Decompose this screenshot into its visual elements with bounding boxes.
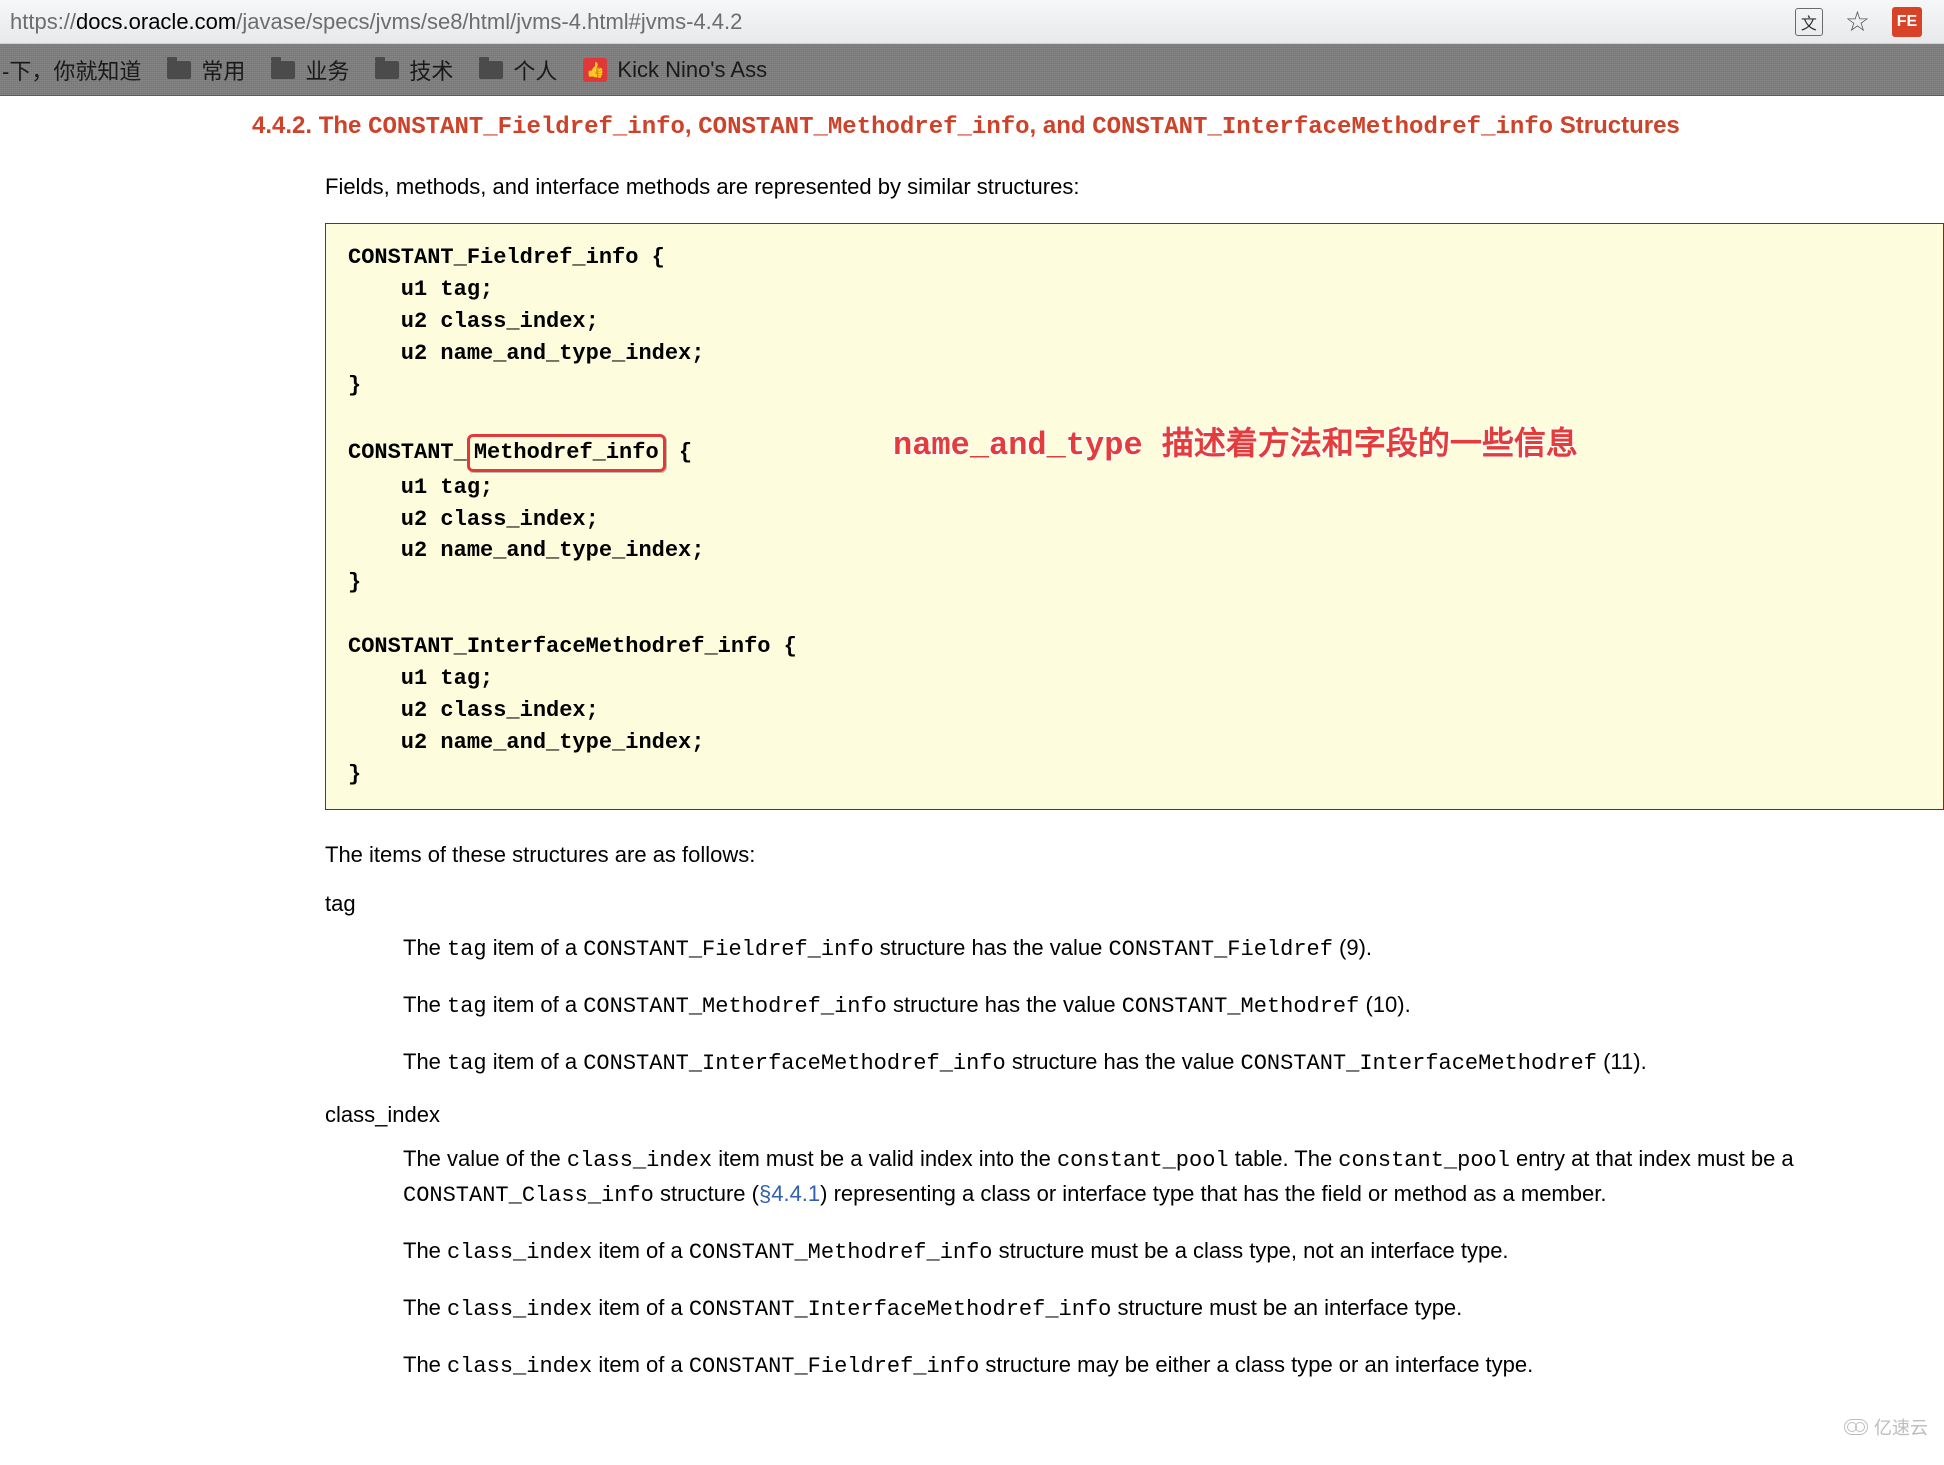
definition: The class_index item of a CONSTANT_Metho… bbox=[403, 1234, 1944, 1269]
bookmark-label: 业务 bbox=[305, 54, 349, 86]
url-field[interactable]: https://docs.oracle.com/javase/specs/jvm… bbox=[10, 9, 1795, 35]
folder-icon bbox=[375, 61, 399, 79]
definition: The tag item of a CONSTANT_Methodref_inf… bbox=[403, 988, 1944, 1023]
intro-paragraph: Fields, methods, and interface methods a… bbox=[325, 170, 1944, 203]
bookmark-folder[interactable]: 个人 bbox=[479, 54, 557, 86]
definition: The tag item of a CONSTANT_Fieldref_info… bbox=[403, 931, 1944, 966]
definition-list: tag The tag item of a CONSTANT_Fieldref_… bbox=[325, 891, 1944, 1383]
term-class-index: class_index bbox=[325, 1102, 1944, 1128]
bookmark-label: 个人 bbox=[513, 54, 557, 86]
bookmark-label: 常用 bbox=[201, 54, 245, 86]
definition: The tag item of a CONSTANT_InterfaceMeth… bbox=[403, 1045, 1944, 1080]
code-listing: CONSTANT_Fieldref_info { u1 tag; u2 clas… bbox=[325, 223, 1944, 809]
url-protocol: https:// bbox=[10, 9, 76, 34]
page-content: 4.4.2. The CONSTANT_Fieldref_info, CONST… bbox=[0, 96, 1944, 1465]
highlight-ring: Methodref_info bbox=[467, 434, 666, 472]
address-bar: https://docs.oracle.com/javase/specs/jvm… bbox=[0, 0, 1944, 44]
definition: The value of the class_index item must b… bbox=[403, 1142, 1944, 1212]
section-body: Fields, methods, and interface methods a… bbox=[325, 170, 1944, 1382]
bookmark-label: Kick Nino's Ass bbox=[617, 57, 767, 83]
folder-icon bbox=[271, 61, 295, 79]
bookmark-item[interactable]: 👍 Kick Nino's Ass bbox=[583, 57, 767, 83]
bookmark-item[interactable]: -下，你就知道 bbox=[2, 54, 141, 86]
folder-icon bbox=[479, 61, 503, 79]
bookmark-folder[interactable]: 技术 bbox=[375, 54, 453, 86]
browser-action-icons: 文 ☆ FE bbox=[1795, 5, 1934, 38]
bookmark-folder[interactable]: 业务 bbox=[271, 54, 349, 86]
folder-icon bbox=[167, 61, 191, 79]
bookmark-label: -下，你就知道 bbox=[2, 54, 141, 86]
thumbs-up-icon: 👍 bbox=[583, 58, 607, 82]
section-link[interactable]: §4.4.1 bbox=[759, 1181, 820, 1206]
translate-icon[interactable]: 文 bbox=[1795, 8, 1823, 36]
definition: The class_index item of a CONSTANT_Field… bbox=[403, 1348, 1944, 1383]
bookmark-label: 技术 bbox=[409, 54, 453, 86]
url-host: docs.oracle.com bbox=[76, 9, 236, 34]
items-intro-paragraph: The items of these structures are as fol… bbox=[325, 838, 1944, 871]
term-tag: tag bbox=[325, 891, 1944, 917]
section-heading: 4.4.2. The CONSTANT_Fieldref_info, CONST… bbox=[252, 110, 1944, 144]
star-icon[interactable]: ☆ bbox=[1845, 5, 1870, 38]
bookmark-folder[interactable]: 常用 bbox=[167, 54, 245, 86]
bookmarks-bar: -下，你就知道 常用 业务 技术 个人 👍 Kick Nino's Ass bbox=[0, 44, 1944, 96]
annotation-overlay: name_and_type 描述着方法和字段的一些信息 bbox=[893, 424, 1578, 467]
fe-extension-icon[interactable]: FE bbox=[1892, 7, 1922, 37]
definition: The class_index item of a CONSTANT_Inter… bbox=[403, 1291, 1944, 1326]
url-path: /javase/specs/jvms/se8/html/jvms-4.html#… bbox=[236, 9, 742, 34]
